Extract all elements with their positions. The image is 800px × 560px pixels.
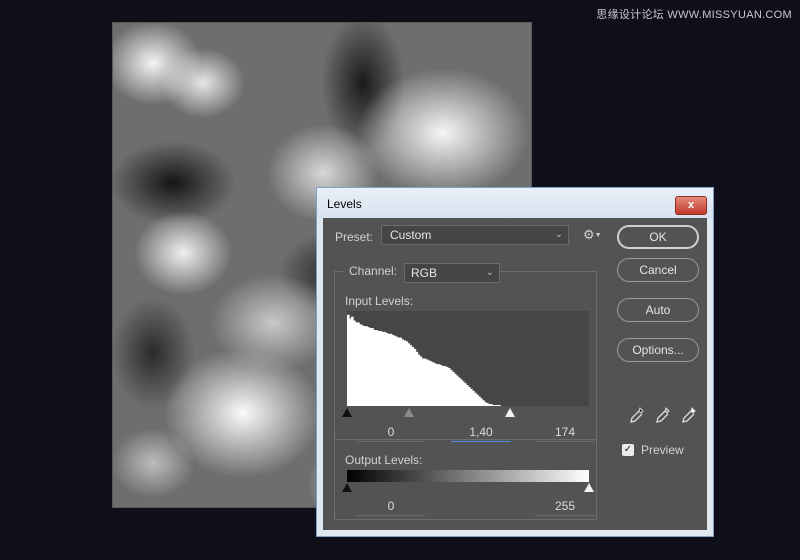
dialog-body: Preset: Custom ⌄ ⚙▼ Channel: RGB ⌄ Input…	[323, 218, 707, 530]
ok-button[interactable]: OK	[617, 225, 699, 249]
preset-label: Preset:	[335, 230, 374, 244]
cancel-button[interactable]: Cancel	[617, 258, 699, 282]
gray-point-eyedropper-icon[interactable]	[655, 406, 671, 424]
input-gamma-handle[interactable]	[404, 408, 414, 417]
chevron-down-icon: ⌄	[554, 229, 563, 240]
output-levels-label: Output Levels:	[345, 453, 423, 467]
black-point-eyedropper-icon[interactable]	[629, 406, 645, 424]
channel-dropdown[interactable]: RGB ⌄	[404, 263, 500, 283]
output-white-field[interactable]: 255	[535, 497, 595, 516]
preset-value: Custom	[390, 228, 432, 242]
watermark: 思缘设计论坛 WWW.MISSYUAN.COM	[596, 9, 792, 21]
output-black-field[interactable]: 0	[357, 497, 425, 516]
white-point-eyedropper-icon[interactable]	[681, 406, 697, 424]
input-levels-label: Input Levels:	[345, 294, 414, 308]
preview-label: Preview	[641, 443, 684, 457]
dialog-title: Levels	[327, 197, 362, 211]
output-gradient-bar	[347, 470, 589, 482]
channel-label: Channel:	[343, 264, 404, 278]
preview-checkbox[interactable]: ✓	[622, 444, 634, 456]
output-white-handle[interactable]	[584, 483, 594, 492]
histogram-graph	[347, 314, 501, 406]
channel-value: RGB	[411, 266, 438, 280]
preset-dropdown[interactable]: Custom ⌄	[381, 225, 569, 245]
output-levels-slider[interactable]	[342, 483, 594, 495]
dialog-titlebar[interactable]: Levels x	[317, 188, 713, 218]
auto-button[interactable]: Auto	[617, 298, 699, 322]
input-levels-slider[interactable]	[342, 408, 589, 420]
close-icon: x	[687, 199, 695, 211]
input-black-point-handle[interactable]	[342, 408, 352, 417]
chevron-down-icon: ⌄	[485, 267, 494, 278]
input-white-point-handle[interactable]	[505, 408, 515, 417]
eyedropper-tools	[629, 406, 699, 424]
levels-dialog: Levels x Preset: Custom ⌄ ⚙▼ Channel: RG…	[316, 187, 714, 537]
close-button[interactable]: x	[675, 196, 707, 215]
preset-options-gear-icon[interactable]: ⚙▼	[583, 227, 602, 243]
output-divider	[335, 439, 596, 440]
histogram	[347, 311, 589, 406]
histogram-bar	[498, 405, 501, 406]
options-button[interactable]: Options...	[617, 338, 699, 362]
output-black-handle[interactable]	[342, 483, 352, 492]
